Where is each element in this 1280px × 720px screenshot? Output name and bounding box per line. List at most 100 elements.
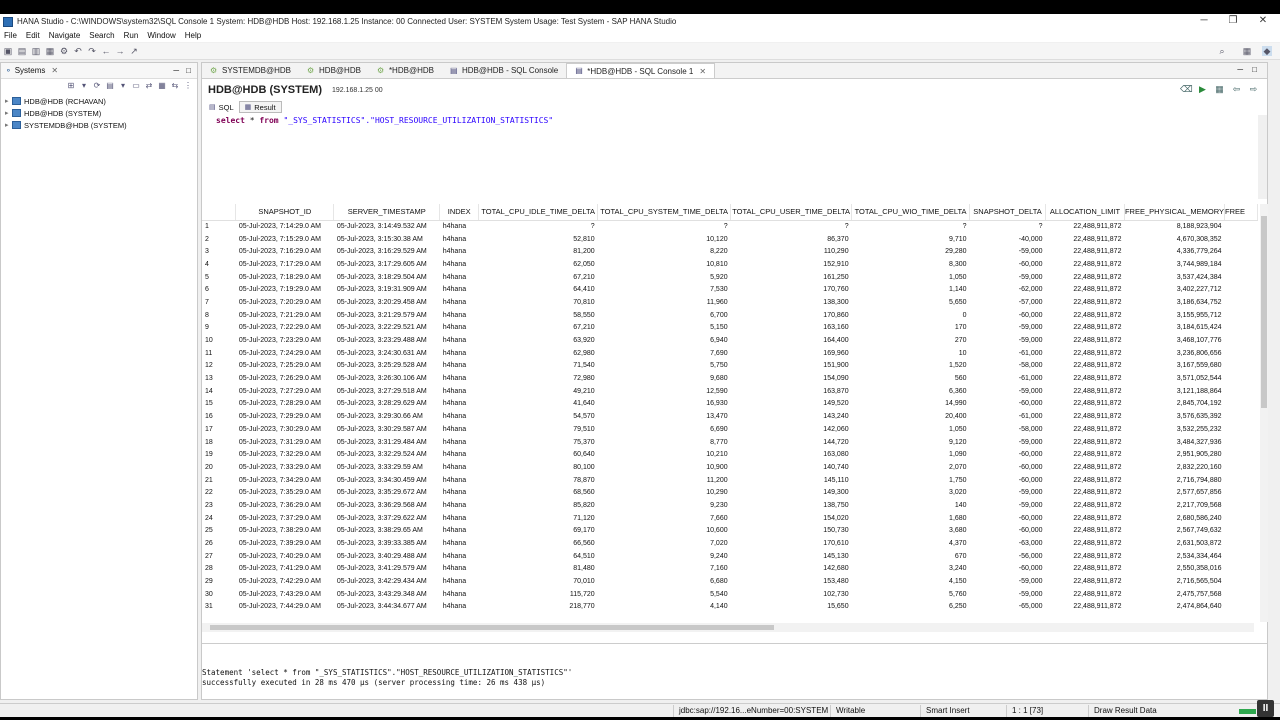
table-cell[interactable]: 22	[202, 486, 236, 499]
table-cell[interactable]: 3,020	[852, 486, 970, 499]
table-cell[interactable]: 8,300	[852, 258, 970, 271]
table-cell[interactable]: 2,631,503,872	[1124, 537, 1224, 550]
result-horizontal-scrollbar[interactable]	[202, 623, 1254, 632]
table-cell[interactable]: 05-Jul-2023, 7:34:29.0 AM	[236, 474, 334, 487]
table-cell[interactable]: 70,010	[479, 575, 598, 588]
tab-sql-console[interactable]: ▤ HDB@HDB - SQL Console	[442, 63, 566, 78]
table-cell[interactable]: 05-Jul-2023, 3:23:29.488 AM	[334, 334, 440, 347]
table-cell[interactable]: 145,110	[731, 474, 852, 487]
column-header[interactable]: INDEX	[439, 204, 480, 221]
table-row[interactable]: 18 05-Jul-2023, 7:31:29.0 AM 05-Jul-2023, …	[202, 436, 1258, 449]
table-cell[interactable]: 2,716,794,880	[1124, 474, 1224, 487]
table-cell[interactable]: -59,000	[970, 499, 1046, 512]
table-cell[interactable]: 8	[202, 309, 236, 322]
table-cell[interactable]	[1225, 436, 1258, 449]
table-row[interactable]: 20 05-Jul-2023, 7:33:29.0 AM 05-Jul-2023, …	[202, 461, 1258, 474]
table-cell[interactable]: 25	[202, 525, 236, 538]
tree-item-systemdb[interactable]: ▸ SYSTEMDB@HDB (SYSTEM)	[5, 119, 127, 131]
table-cell[interactable]: 3,186,634,752	[1124, 296, 1224, 309]
table-cell[interactable]: 3,184,615,424	[1124, 322, 1224, 335]
table-cell[interactable]: 7,690	[598, 347, 731, 360]
tab-result[interactable]: ▦ Result	[238, 101, 282, 113]
table-cell[interactable]: 22,488,911,872	[1046, 486, 1125, 499]
table-cell[interactable]: 9,240	[598, 550, 731, 563]
table-cell[interactable]	[1225, 474, 1258, 487]
table-cell[interactable]: 153,480	[731, 575, 852, 588]
table-cell[interactable]: -63,000	[970, 537, 1046, 550]
sql-editor[interactable]: select * from "_SYS_STATISTICS"."HOST_RE…	[216, 116, 553, 125]
table-cell[interactable]: 1,140	[852, 283, 970, 296]
table-cell[interactable]: 19	[202, 448, 236, 461]
table-cell[interactable]	[1225, 448, 1258, 461]
table-cell[interactable]: -60,000	[970, 563, 1046, 576]
table-cell[interactable]: 140,740	[731, 461, 852, 474]
table-cell[interactable]: 05-Jul-2023, 3:34:30.459 AM	[334, 474, 440, 487]
table-cell[interactable]: h4hana	[440, 271, 479, 284]
table-cell[interactable]: -59,000	[970, 245, 1046, 258]
table-cell[interactable]: 22,488,911,872	[1046, 563, 1125, 576]
table-cell[interactable]: 10,290	[598, 486, 731, 499]
table-row[interactable]: 7 05-Jul-2023, 7:20:29.0 AM 05-Jul-2023, 3…	[202, 296, 1258, 309]
table-cell[interactable]: 138,300	[731, 296, 852, 309]
table-cell[interactable]: 05-Jul-2023, 7:42:29.0 AM	[236, 575, 334, 588]
table-cell[interactable]: -60,000	[970, 512, 1046, 525]
table-cell[interactable]: 11,960	[598, 296, 731, 309]
table-cell[interactable]	[1225, 296, 1258, 309]
table-cell[interactable]: h4hana	[440, 245, 479, 258]
table-cell[interactable]	[1225, 499, 1258, 512]
table-row[interactable]: 13 05-Jul-2023, 7:26:29.0 AM 05-Jul-2023, …	[202, 372, 1258, 385]
table-row[interactable]: 11 05-Jul-2023, 7:24:29.0 AM 05-Jul-2023, …	[202, 347, 1258, 360]
table-cell[interactable]: 05-Jul-2023, 3:38:29.65 AM	[334, 525, 440, 538]
table-cell[interactable]: 2,070	[852, 461, 970, 474]
table-cell[interactable]: 05-Jul-2023, 3:15:30.38 AM	[334, 233, 440, 246]
table-cell[interactable]: -56,000	[970, 550, 1046, 563]
table-cell[interactable]: -61,000	[970, 372, 1046, 385]
table-cell[interactable]	[1225, 233, 1258, 246]
table-cell[interactable]: 22,488,911,872	[1046, 233, 1125, 246]
table-cell[interactable]: 05-Jul-2023, 7:36:29.0 AM	[236, 499, 334, 512]
table-cell[interactable]: 05-Jul-2023, 3:37:29.622 AM	[334, 512, 440, 525]
new-icon[interactable]: ▣	[3, 46, 13, 56]
dropdown-icon[interactable]: ▾	[79, 81, 89, 91]
table-cell[interactable]: 13,470	[598, 410, 731, 423]
table-cell[interactable]: h4hana	[440, 322, 479, 335]
table-cell[interactable]: 66,560	[479, 537, 598, 550]
column-header[interactable]: SNAPSHOT_ID	[235, 204, 335, 221]
table-cell[interactable]: 6	[202, 283, 236, 296]
scroll-thumb[interactable]	[1261, 216, 1267, 408]
table-cell[interactable]: 81,200	[479, 245, 598, 258]
table-cell[interactable]: -60,000	[970, 461, 1046, 474]
back-nav-icon[interactable]: ⇦	[1231, 84, 1242, 95]
tab-hdb-modified[interactable]: ⚙ *HDB@HDB	[369, 63, 442, 78]
table-cell[interactable]: h4hana	[440, 588, 479, 601]
table-cell[interactable]	[1225, 271, 1258, 284]
table-cell[interactable]: 05-Jul-2023, 3:36:29.568 AM	[334, 499, 440, 512]
table-cell[interactable]: 3,236,806,656	[1124, 347, 1224, 360]
table-cell[interactable]: 05-Jul-2023, 3:19:31.909 AM	[334, 283, 440, 296]
table-cell[interactable]: 10	[202, 334, 236, 347]
table-cell[interactable]: 22,488,911,872	[1046, 461, 1125, 474]
table-cell[interactable]: 63,920	[479, 334, 598, 347]
table-cell[interactable]: 71,120	[479, 512, 598, 525]
pause-icon[interactable]: II	[1257, 700, 1274, 717]
expand-icon[interactable]: ▸	[5, 121, 12, 129]
table-cell[interactable]: -59,000	[970, 322, 1046, 335]
table-cell[interactable]: h4hana	[440, 550, 479, 563]
table-cell[interactable]: 170,860	[731, 309, 852, 322]
maximize-editor-icon[interactable]: □	[1252, 65, 1257, 74]
table-cell[interactable]: h4hana	[440, 220, 479, 233]
table-cell[interactable]: 17	[202, 423, 236, 436]
table-cell[interactable]: 05-Jul-2023, 7:28:29.0 AM	[236, 398, 334, 411]
back-icon[interactable]: ←	[101, 46, 111, 56]
table-cell[interactable]: 150,730	[731, 525, 852, 538]
table-row[interactable]: 31 05-Jul-2023, 7:44:29.0 AM 05-Jul-2023, …	[202, 601, 1258, 614]
table-cell[interactable]: -59,000	[970, 385, 1046, 398]
scroll-thumb[interactable]	[210, 625, 774, 630]
expand-icon[interactable]: ▸	[5, 97, 12, 105]
table-cell[interactable]: h4hana	[440, 512, 479, 525]
table-cell[interactable]: 05-Jul-2023, 3:29:30.66 AM	[334, 410, 440, 423]
table-cell[interactable]: h4hana	[440, 410, 479, 423]
table-cell[interactable]: 6,690	[598, 423, 731, 436]
table-cell[interactable]: 80,100	[479, 461, 598, 474]
table-cell[interactable]: 6,700	[598, 309, 731, 322]
